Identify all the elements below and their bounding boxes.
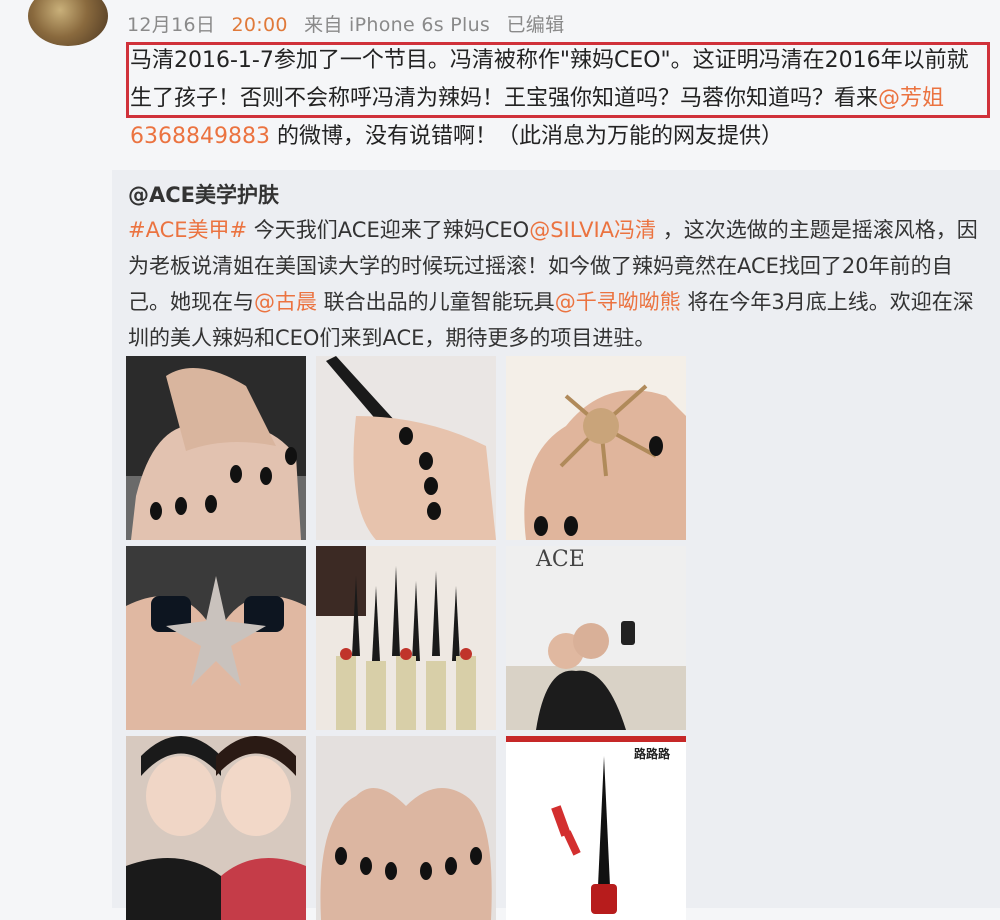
- repost-text-3: 联合出品的儿童智能玩具: [317, 290, 555, 314]
- post-text-tail: 的微博，没有说错啊！（此消息为万能的网友提供）: [269, 124, 783, 149]
- post-source: 来自 iPhone 6s Plus: [304, 14, 491, 36]
- mention-qianxun[interactable]: @千寻呦呦熊: [555, 290, 681, 314]
- photo-two-women[interactable]: [126, 736, 306, 920]
- post-meta: 12月16日 20:00 来自 iPhone 6s Plus 已编辑: [127, 10, 564, 37]
- image-grid: ACE 路路路: [126, 356, 692, 920]
- mention-silvia[interactable]: @SILVIA冯清: [529, 218, 656, 242]
- repost-text-1: 今天我们ACE迎来了辣妈CEO: [247, 218, 530, 242]
- photo-hands-1[interactable]: [126, 356, 306, 540]
- repost-body: #ACE美甲# 今天我们ACE迎来了辣妈CEO@SILVIA冯清 ，这次选做的主…: [128, 212, 980, 356]
- photo-star-ring[interactable]: [126, 546, 306, 730]
- photo-hands-2[interactable]: [316, 736, 496, 920]
- photo-ace-selfie[interactable]: ACE: [506, 546, 686, 730]
- post-date[interactable]: 12月16日: [127, 14, 215, 36]
- ace-logo-text: ACE: [535, 547, 585, 572]
- repost-author[interactable]: @ACE美学护肤: [128, 179, 279, 209]
- post-text-main: 马清2016-1-7参加了一个节目。冯清被称作"辣妈CEO"。这证明冯清在201…: [130, 48, 969, 111]
- user-avatar[interactable]: [28, 0, 108, 46]
- photo-poster[interactable]: 路路路: [506, 736, 686, 920]
- hashtag-link[interactable]: #ACE美甲#: [128, 218, 247, 242]
- poster-title: 路路路: [634, 746, 671, 761]
- photo-polish-bottle[interactable]: [316, 356, 496, 540]
- mention-guchen[interactable]: @古晨: [254, 290, 317, 314]
- post-edited-label: 已编辑: [506, 14, 565, 36]
- photo-spider-ring[interactable]: [506, 356, 686, 540]
- post-time[interactable]: 20:00: [232, 14, 288, 36]
- photo-polish-display[interactable]: [316, 546, 496, 730]
- post-body: 马清2016-1-7参加了一个节目。冯清被称作"辣妈CEO"。这证明冯清在201…: [130, 42, 980, 156]
